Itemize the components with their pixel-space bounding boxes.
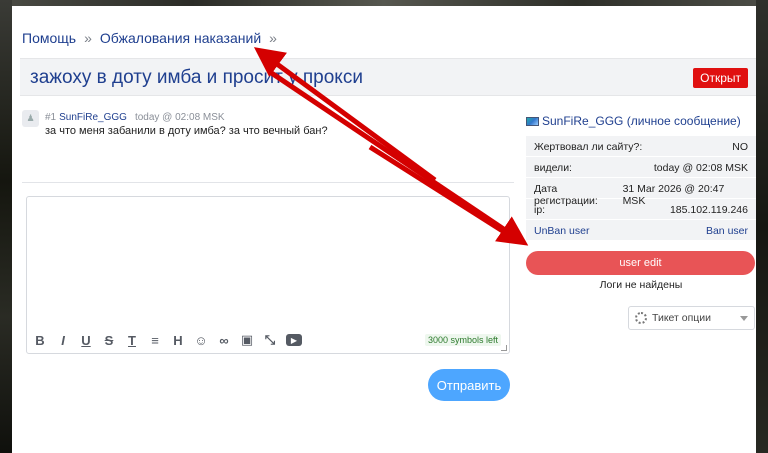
annotation-arrows: [253, 47, 529, 246]
arrow-to-breadcrumb: [253, 47, 437, 183]
arrow-to-user-edit: [268, 69, 529, 246]
arrow-to-user-edit: [368, 144, 522, 245]
